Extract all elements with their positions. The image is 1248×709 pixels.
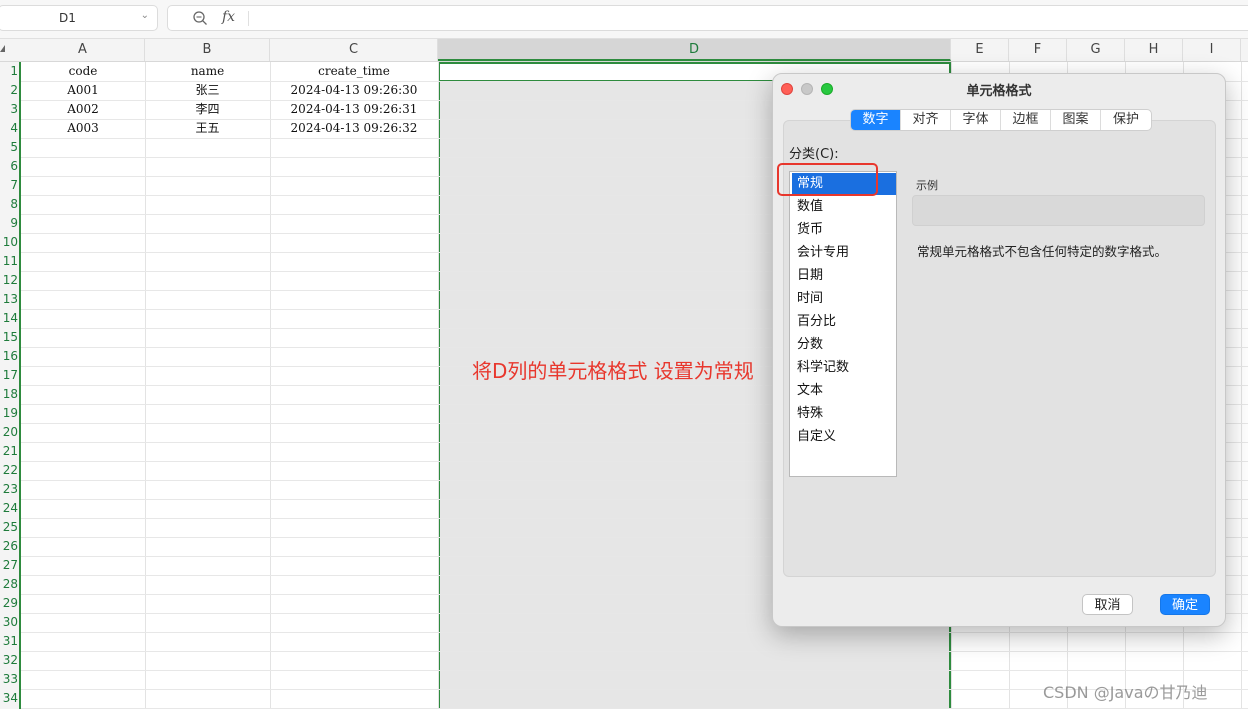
name-box[interactable]: D1 ⌄: [0, 5, 158, 31]
table-cell[interactable]: 2024-04-13 09:26:31: [270, 100, 438, 119]
row-header[interactable]: 10: [0, 233, 18, 252]
row-header-bar: 1 2 3 4 5 6 7 8 9 10 11 12 13 14 15 16 17 18 19 20 21 22 23 24 2…: [0, 62, 21, 709]
table-cell[interactable]: 张三: [145, 81, 270, 100]
name-box-value: D1: [59, 11, 76, 25]
tab-number[interactable]: 数字: [851, 110, 901, 130]
row-header[interactable]: 4: [0, 119, 18, 138]
format-description: 常规单元格格式不包含任何特定的数字格式。: [917, 244, 1168, 259]
row-header[interactable]: 9: [0, 214, 18, 233]
row-header[interactable]: 21: [0, 442, 18, 461]
category-item[interactable]: 特殊: [792, 403, 896, 425]
column-header-h[interactable]: H: [1125, 39, 1183, 61]
table-cell[interactable]: 李四: [145, 100, 270, 119]
row-header[interactable]: 28: [0, 575, 18, 594]
category-item[interactable]: 会计专用: [792, 242, 896, 264]
divider: [248, 11, 249, 26]
row-header[interactable]: 6: [0, 157, 18, 176]
row-header[interactable]: 19: [0, 404, 18, 423]
category-item[interactable]: 时间: [792, 288, 896, 310]
row-header[interactable]: 32: [0, 651, 18, 670]
row-header[interactable]: 29: [0, 594, 18, 613]
row-header[interactable]: 26: [0, 537, 18, 556]
row-header[interactable]: 30: [0, 613, 18, 632]
tab-bar: 数字 对齐 字体 边框 图案 保护: [850, 109, 1152, 131]
category-label: 分类(C):: [789, 147, 839, 162]
column-header-i[interactable]: I: [1183, 39, 1241, 61]
row-header[interactable]: 33: [0, 670, 18, 689]
row-header[interactable]: 12: [0, 271, 18, 290]
formula-bar: D1 ⌄ fx: [0, 0, 1248, 39]
row-header[interactable]: 18: [0, 385, 18, 404]
category-item[interactable]: 货币: [792, 219, 896, 241]
column-header-d[interactable]: D: [438, 39, 951, 61]
row-header[interactable]: 24: [0, 499, 18, 518]
ok-button[interactable]: 确定: [1160, 594, 1210, 615]
category-item[interactable]: 分数: [792, 334, 896, 356]
row-header[interactable]: 8: [0, 195, 18, 214]
table-cell[interactable]: A001: [21, 81, 145, 100]
category-list[interactable]: 常规 数值 货币 会计专用 日期 时间 百分比 分数 科学记数 文本 特殊 自定义: [789, 171, 897, 477]
category-item[interactable]: 百分比: [792, 311, 896, 333]
column-header-bar: A B C D E F G H I: [0, 39, 1248, 62]
grid-line: [21, 632, 1248, 633]
tab-pattern[interactable]: 图案: [1051, 110, 1101, 130]
table-cell[interactable]: 王五: [145, 119, 270, 138]
tab-font[interactable]: 字体: [951, 110, 1001, 130]
row-header[interactable]: 1: [0, 62, 18, 81]
fx-icon[interactable]: fx: [222, 9, 235, 25]
column-header-a[interactable]: A: [21, 39, 145, 61]
category-item[interactable]: 科学记数: [792, 357, 896, 379]
row-header[interactable]: 14: [0, 309, 18, 328]
highlight-box: [777, 163, 878, 196]
watermark: CSDN @Javaの甘乃迪: [1043, 683, 1208, 702]
cancel-button[interactable]: 取消: [1082, 594, 1133, 615]
category-item[interactable]: 日期: [792, 265, 896, 287]
sample-preview: [912, 195, 1205, 226]
tab-protection[interactable]: 保护: [1101, 110, 1151, 130]
row-header[interactable]: 7: [0, 176, 18, 195]
category-item[interactable]: 文本: [792, 380, 896, 402]
grid-line: [21, 651, 1248, 652]
row-header[interactable]: 2: [0, 81, 18, 100]
category-item[interactable]: 自定义: [792, 426, 896, 448]
row-header[interactable]: 31: [0, 632, 18, 651]
row-header[interactable]: 3: [0, 100, 18, 119]
row-header[interactable]: 11: [0, 252, 18, 271]
table-cell[interactable]: 2024-04-13 09:26:32: [270, 119, 438, 138]
row-header[interactable]: 20: [0, 423, 18, 442]
select-all-corner[interactable]: [0, 45, 5, 52]
grid-line: [21, 670, 1248, 671]
table-cell[interactable]: name: [145, 62, 270, 81]
category-item[interactable]: 数值: [792, 196, 896, 218]
zoom-icon[interactable]: [192, 10, 208, 26]
table-cell[interactable]: code: [21, 62, 145, 81]
row-header[interactable]: 25: [0, 518, 18, 537]
column-header-f[interactable]: F: [1009, 39, 1067, 61]
column-header-e[interactable]: E: [951, 39, 1009, 61]
chevron-down-icon[interactable]: ⌄: [141, 10, 149, 21]
tab-alignment[interactable]: 对齐: [901, 110, 951, 130]
annotation-text: 将D列的单元格格式 设置为常规: [472, 359, 754, 383]
table-cell[interactable]: A003: [21, 119, 145, 138]
row-header[interactable]: 22: [0, 461, 18, 480]
row-header[interactable]: 16: [0, 347, 18, 366]
row-header[interactable]: 15: [0, 328, 18, 347]
row-header[interactable]: 27: [0, 556, 18, 575]
table-cell[interactable]: 2024-04-13 09:26:30: [270, 81, 438, 100]
sample-label: 示例: [916, 179, 938, 192]
row-header[interactable]: 5: [0, 138, 18, 157]
table-cell[interactable]: A002: [21, 100, 145, 119]
row-header[interactable]: 34: [0, 689, 18, 708]
dialog-title: 单元格格式: [966, 84, 1032, 99]
row-header[interactable]: 17: [0, 366, 18, 385]
column-header-g[interactable]: G: [1067, 39, 1125, 61]
column-header-c[interactable]: C: [270, 39, 438, 61]
table-cell[interactable]: create_time: [270, 62, 438, 81]
row-header[interactable]: 23: [0, 480, 18, 499]
format-cells-dialog: 单元格格式 数字 对齐 字体 边框 图案 保护 分类(C): 常规 数值 货币 会计专…: [772, 73, 1226, 627]
tab-border[interactable]: 边框: [1001, 110, 1051, 130]
formula-input[interactable]: fx: [167, 5, 1248, 31]
column-header-b[interactable]: B: [145, 39, 270, 61]
row-header[interactable]: 13: [0, 290, 18, 309]
